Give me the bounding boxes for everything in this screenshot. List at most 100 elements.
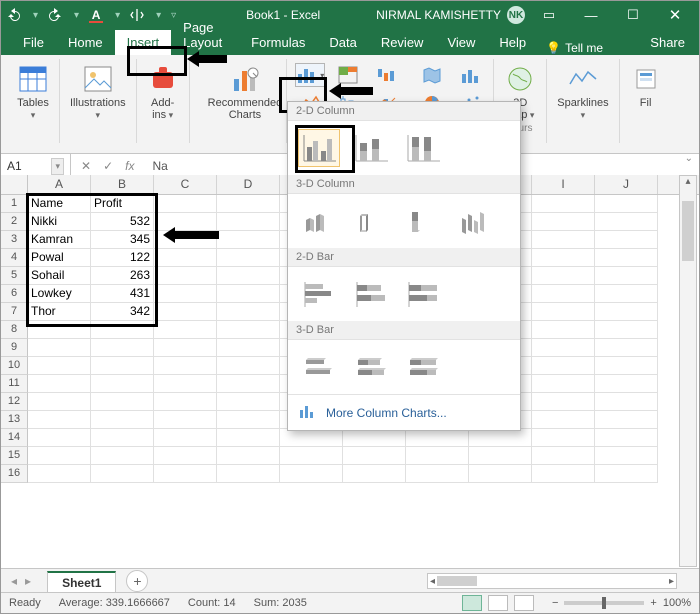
cell[interactable] [91, 411, 154, 429]
cell[interactable] [217, 393, 280, 411]
undo-icon[interactable] [7, 8, 21, 22]
user-avatar[interactable]: NK [507, 6, 525, 24]
cell[interactable] [532, 195, 595, 213]
cell[interactable] [217, 429, 280, 447]
vertical-scrollbar[interactable]: ▴ [679, 175, 697, 567]
scrollbar-thumb[interactable] [682, 201, 694, 261]
cell[interactable] [532, 285, 595, 303]
cell[interactable] [217, 285, 280, 303]
cell[interactable] [595, 375, 658, 393]
cell[interactable] [406, 447, 469, 465]
cell[interactable] [595, 465, 658, 483]
cell[interactable] [217, 213, 280, 231]
cell[interactable] [595, 429, 658, 447]
cell[interactable] [469, 465, 532, 483]
cell[interactable]: Kamran [28, 231, 91, 249]
cell[interactable]: Powal [28, 249, 91, 267]
cell[interactable] [532, 429, 595, 447]
group-illustrations[interactable]: Illustrations▾ [60, 59, 137, 143]
scroll-up-icon[interactable]: ▴ [680, 176, 696, 187]
cell[interactable] [154, 321, 217, 339]
cell[interactable]: 532 [91, 213, 154, 231]
cell[interactable] [28, 321, 91, 339]
tab-view[interactable]: View [435, 30, 487, 55]
cell[interactable] [595, 393, 658, 411]
row-header[interactable]: 4 [1, 249, 28, 267]
normal-view-button[interactable] [462, 595, 482, 611]
zoom-out-button[interactable]: − [552, 597, 558, 609]
cell[interactable] [217, 447, 280, 465]
row-header[interactable]: 9 [1, 339, 28, 357]
cell[interactable]: Profit [91, 195, 154, 213]
cell[interactable] [28, 393, 91, 411]
tab-home[interactable]: Home [56, 30, 115, 55]
cell[interactable] [28, 447, 91, 465]
cell[interactable]: Thor [28, 303, 91, 321]
column-header[interactable]: C [154, 175, 217, 194]
group-tables[interactable]: Tables▾ [7, 59, 60, 143]
cell[interactable] [217, 339, 280, 357]
100pct-stacked-bar-2d[interactable] [402, 275, 444, 313]
cell[interactable] [217, 303, 280, 321]
row-header[interactable]: 3 [1, 231, 28, 249]
row-header[interactable]: 2 [1, 213, 28, 231]
tab-review[interactable]: Review [369, 30, 436, 55]
cell[interactable] [28, 465, 91, 483]
page-break-view-button[interactable] [514, 595, 534, 611]
fx-icon[interactable]: fx [125, 159, 134, 173]
cancel-icon[interactable]: ✕ [81, 159, 91, 173]
page-layout-view-button[interactable] [488, 595, 508, 611]
row-header[interactable]: 14 [1, 429, 28, 447]
stacked-column-3d[interactable] [350, 202, 392, 240]
row-header[interactable]: 5 [1, 267, 28, 285]
cell[interactable] [595, 321, 658, 339]
tab-formulas[interactable]: Formulas [239, 30, 317, 55]
pivotchart-button[interactable] [455, 63, 485, 87]
zoom-slider[interactable] [564, 601, 644, 605]
cell[interactable] [595, 285, 658, 303]
tab-help[interactable]: Help [487, 30, 538, 55]
cell[interactable] [154, 249, 217, 267]
cell[interactable] [217, 321, 280, 339]
sheet-next-icon[interactable]: ▸ [25, 574, 31, 588]
cell[interactable] [595, 411, 658, 429]
clustered-bar-2d[interactable] [298, 275, 340, 313]
cell[interactable] [154, 465, 217, 483]
dropdown-icon[interactable]: ▾ [51, 158, 64, 175]
cell[interactable] [532, 321, 595, 339]
cell[interactable] [154, 267, 217, 285]
cell[interactable] [154, 195, 217, 213]
expand-formula-bar-icon[interactable]: ⌄ [685, 153, 693, 164]
cell[interactable] [532, 231, 595, 249]
cell[interactable] [532, 447, 595, 465]
row-header[interactable]: 1 [1, 195, 28, 213]
cell[interactable] [217, 357, 280, 375]
cell[interactable] [217, 249, 280, 267]
cell[interactable]: Sohail [28, 267, 91, 285]
cell[interactable] [532, 303, 595, 321]
column-header[interactable]: A [28, 175, 91, 194]
scroll-right-icon[interactable]: ▸ [669, 576, 674, 587]
cell[interactable] [154, 447, 217, 465]
cell[interactable] [595, 357, 658, 375]
cell[interactable] [532, 339, 595, 357]
cell[interactable] [532, 357, 595, 375]
zoom-level[interactable]: 100% [663, 597, 691, 609]
cell[interactable] [91, 447, 154, 465]
row-header[interactable]: 8 [1, 321, 28, 339]
cell[interactable] [406, 429, 469, 447]
redo-icon[interactable] [48, 8, 62, 22]
cell[interactable] [343, 447, 406, 465]
cell[interactable] [217, 411, 280, 429]
3d-column[interactable] [454, 202, 496, 240]
row-header[interactable]: 12 [1, 393, 28, 411]
cell[interactable] [343, 429, 406, 447]
group-sparklines[interactable]: Sparklines▾ [547, 59, 619, 143]
clustered-bar-3d[interactable] [298, 348, 340, 386]
tell-me[interactable]: 💡Tell me [546, 41, 603, 55]
cell[interactable] [217, 231, 280, 249]
cell[interactable] [91, 429, 154, 447]
cell[interactable] [595, 339, 658, 357]
stacked-bar-3d[interactable] [350, 348, 392, 386]
cell[interactable] [28, 429, 91, 447]
